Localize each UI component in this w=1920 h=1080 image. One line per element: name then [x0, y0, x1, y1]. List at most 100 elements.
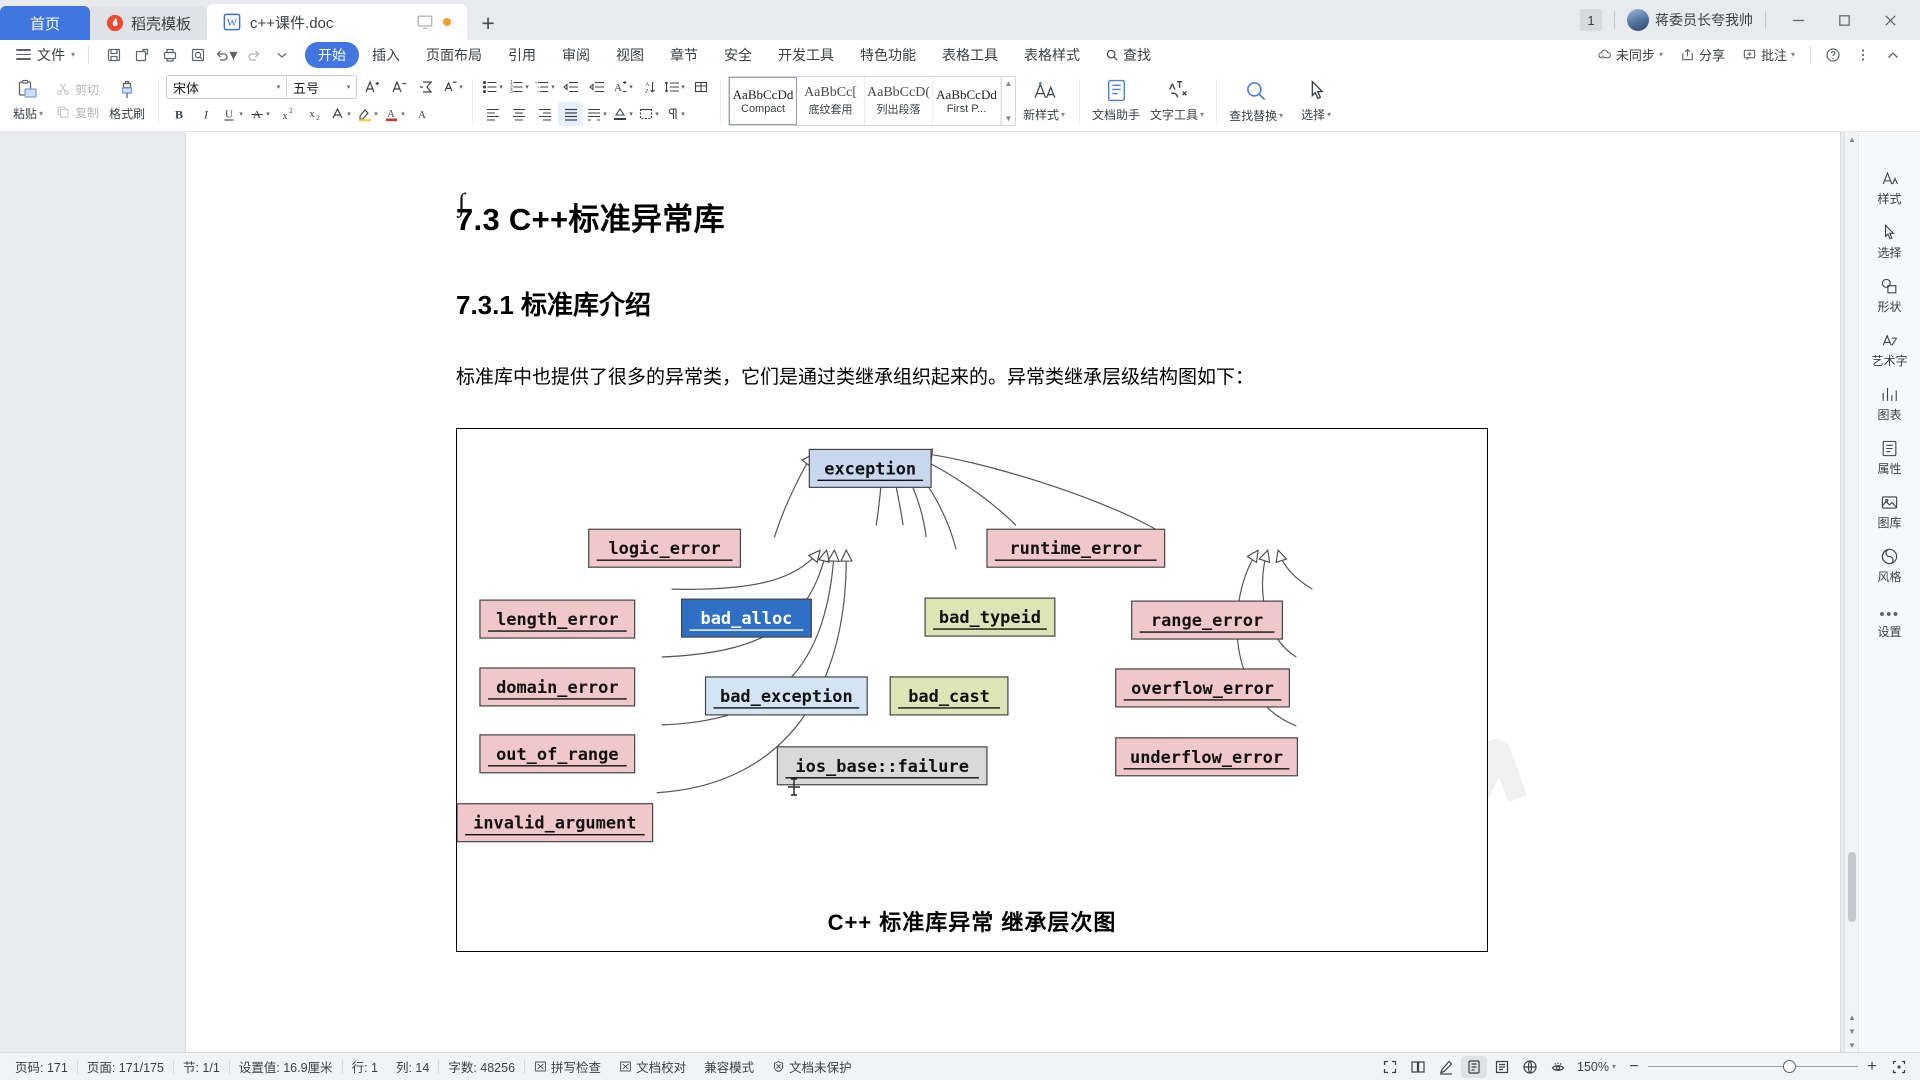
tab-home[interactable]: 首页 [0, 6, 91, 40]
sidebar-item-properties[interactable]: 属性 [1861, 432, 1919, 484]
character-border-button[interactable]: A [409, 102, 434, 126]
status-word-count[interactable]: 字数: 48256 [439, 1057, 524, 1076]
select-button[interactable]: 选择 ▾ [1288, 73, 1344, 129]
status-compat-mode[interactable]: 兼容模式 [695, 1057, 763, 1076]
zoom-in-button[interactable]: + [1860, 1056, 1884, 1078]
font-family-input[interactable]: 宋体 [167, 78, 271, 97]
document-page[interactable]: ✓ ↗ ∫ 7.3 C++标准异常库 7.3.1 标准库介绍 标准库中也提供了很… [186, 132, 1840, 1052]
zoom-slider-knob[interactable] [1783, 1060, 1796, 1073]
sidebar-item-shapes[interactable]: 形状 [1861, 270, 1919, 322]
undo-icon[interactable]: ▾ [212, 42, 239, 68]
tab-review[interactable]: 审阅 [549, 42, 603, 68]
file-menu-button[interactable]: 文件 ▾ [8, 45, 83, 65]
underline-button[interactable]: U ▾ [220, 102, 245, 126]
document-scroll-region[interactable]: ✓ ↗ ∫ 7.3 C++标准异常库 7.3.1 标准库介绍 标准库中也提供了很… [0, 132, 1844, 1052]
tab-developer-tools[interactable]: 开发工具 [765, 42, 847, 68]
book-view-button[interactable] [1405, 1056, 1431, 1078]
maximize-button[interactable] [1824, 0, 1864, 40]
scrollbar-thumb[interactable] [1848, 852, 1856, 922]
superscript-button[interactable]: x2 [274, 102, 299, 126]
status-page-number[interactable]: 页码: 171 [6, 1057, 77, 1076]
status-column[interactable]: 列: 14 [387, 1057, 438, 1076]
highlight-color-button[interactable]: ▾ [355, 102, 380, 126]
redo-icon[interactable] [240, 42, 267, 68]
status-page-total[interactable]: 页面: 171/175 [78, 1057, 173, 1076]
edit-pen-button[interactable] [1433, 1056, 1459, 1078]
print-icon[interactable] [156, 42, 183, 68]
avatar[interactable] [1627, 9, 1649, 31]
subscript-button[interactable]: x2 [301, 102, 326, 126]
zoom-slider[interactable] [1648, 1058, 1858, 1076]
web-view-button[interactable] [1517, 1056, 1543, 1078]
share-button[interactable]: 分享 [1673, 43, 1732, 66]
new-tab-button[interactable]: + [467, 6, 509, 40]
align-right-button[interactable] [532, 102, 557, 126]
align-left-button[interactable] [480, 102, 505, 126]
sidebar-item-styles[interactable]: 样式 [1861, 162, 1919, 214]
font-size-input[interactable]: 五号 [287, 78, 341, 97]
shading-button[interactable]: ▾ [610, 102, 635, 126]
bold-button[interactable]: B [166, 102, 191, 126]
borders-button[interactable]: ▾ [636, 102, 661, 126]
decrease-indent-button[interactable] [558, 75, 583, 99]
table-grid-button[interactable] [688, 75, 713, 99]
text-tools-button[interactable]: 文字工具 ▾ [1145, 73, 1209, 129]
kebab-icon[interactable] [1849, 42, 1876, 68]
decrease-font-size-button[interactable] [386, 75, 411, 99]
zoom-level-button[interactable]: 150% ▾ [1573, 1060, 1620, 1074]
find-button[interactable]: 查找 [1093, 45, 1163, 65]
tab-table-styles[interactable]: 表格样式 [1011, 42, 1093, 68]
status-line[interactable]: 行: 1 [343, 1057, 387, 1076]
style-item-compact[interactable]: AaBbCcDd Compact [729, 76, 798, 125]
chevron-down-icon[interactable]: ▼ [1005, 114, 1013, 123]
tab-security[interactable]: 安全 [711, 42, 765, 68]
new-style-button[interactable]: 新样式 ▾ [1016, 73, 1072, 129]
status-spellcheck[interactable]: 拼写检查 [525, 1057, 610, 1076]
comment-button[interactable]: 批注 ▾ [1735, 43, 1802, 66]
page-view-button[interactable] [1461, 1055, 1487, 1078]
save-icon[interactable] [100, 42, 127, 68]
figure-exception-hierarchy[interactable]: exception logic_error runtime_error length_… [456, 428, 1488, 953]
zoom-out-button[interactable]: − [1622, 1056, 1646, 1078]
tab-insert[interactable]: 插入 [359, 42, 413, 68]
tab-section[interactable]: 章节 [657, 42, 711, 68]
scroll-down-arrow[interactable]: ▼ [1845, 1038, 1859, 1052]
font-color-button[interactable]: A ▾ [382, 102, 407, 126]
chevron-up-icon[interactable]: ▲ [1005, 79, 1013, 88]
find-replace-button[interactable]: 查找替换 ▾ [1224, 73, 1288, 129]
bullet-list-button[interactable]: ▾ [480, 75, 505, 99]
numbered-list-button[interactable]: 1 2 3 ▾ [506, 75, 531, 99]
tab-start[interactable]: 开始 [305, 41, 360, 68]
sidebar-item-theme[interactable]: 风格 [1861, 540, 1919, 592]
style-gallery-scroll[interactable]: ▲ ▼ [1001, 76, 1016, 125]
tab-view[interactable]: 视图 [603, 42, 657, 68]
status-section[interactable]: 节: 1/1 [174, 1057, 229, 1076]
help-icon[interactable] [1819, 42, 1846, 68]
tab-page-layout[interactable]: 页面布局 [413, 42, 495, 68]
italic-button[interactable]: I [193, 102, 218, 126]
sidebar-item-select[interactable]: 选择 [1861, 216, 1919, 268]
change-case-button[interactable]: A ▾ [610, 75, 635, 99]
sync-status-button[interactable]: 未同步 ▾ [1590, 43, 1670, 66]
print-preview-icon[interactable] [184, 42, 211, 68]
collapse-ribbon-icon[interactable] [1879, 42, 1906, 68]
eye-protect-button[interactable] [1545, 1056, 1571, 1078]
cast-screen-icon[interactable] [416, 13, 434, 31]
scroll-up-arrow[interactable]: ▲ [1845, 132, 1859, 146]
tab-special-features[interactable]: 特色功能 [847, 42, 929, 68]
paste-button[interactable]: 粘贴 ▾ [4, 73, 52, 129]
username-label[interactable]: 蒋委员长夸我帅 [1655, 10, 1753, 30]
tab-references[interactable]: 引用 [495, 42, 549, 68]
format-painter-button[interactable]: 格式刷 [103, 73, 151, 129]
sidebar-item-settings[interactable]: 设置 [1861, 621, 1919, 647]
sort-button[interactable]: AZ [636, 75, 661, 99]
chevron-down-icon[interactable]: ▾ [271, 83, 286, 91]
multilevel-list-button[interactable]: ▾ [532, 75, 557, 99]
sidebar-item-chart[interactable]: 图表 [1861, 378, 1919, 430]
justify-button[interactable] [558, 102, 584, 126]
sidebar-item-wordart[interactable]: 艺术字 [1861, 324, 1919, 376]
status-protection[interactable]: 文档未保护 [763, 1057, 861, 1076]
style-item-first-paragraph[interactable]: AaBbCcDd First P... [933, 76, 1002, 125]
show-marks-button[interactable]: ▾ [662, 102, 687, 126]
scroll-page-up[interactable]: ▲ [1845, 1010, 1859, 1024]
